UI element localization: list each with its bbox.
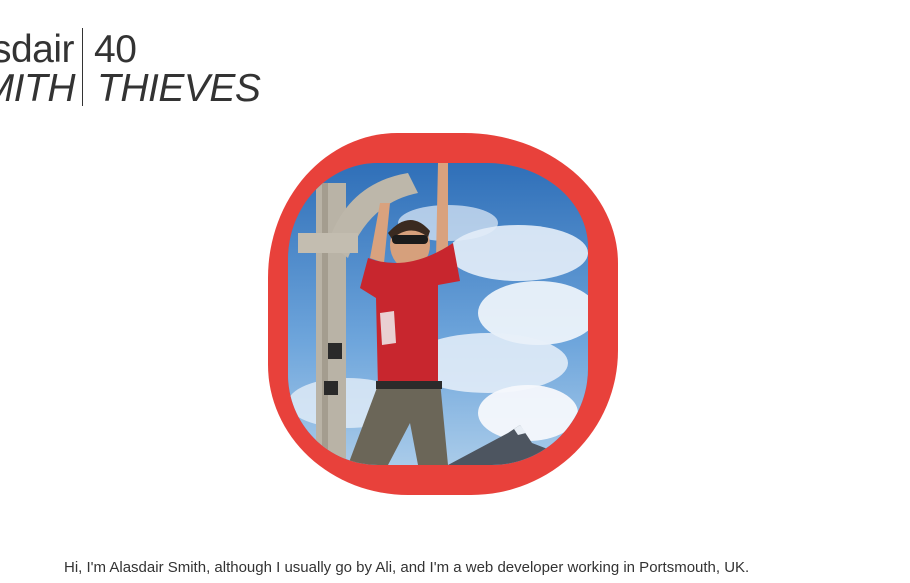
profile-photo-image — [288, 163, 588, 465]
page: Alasdair Smith 40 Thieves — [0, 0, 910, 583]
avatar — [268, 133, 618, 495]
logo-last-name: Smith — [0, 67, 75, 110]
intro-text: Hi, I'm Alasdair Smith, although I usual… — [64, 559, 750, 576]
logo-divider — [82, 28, 83, 106]
logo-word: Thieves — [97, 67, 261, 110]
avatar-photo — [288, 163, 588, 465]
logo-first-name: Alasdair — [0, 28, 74, 71]
logo-number: 40 — [94, 28, 137, 71]
